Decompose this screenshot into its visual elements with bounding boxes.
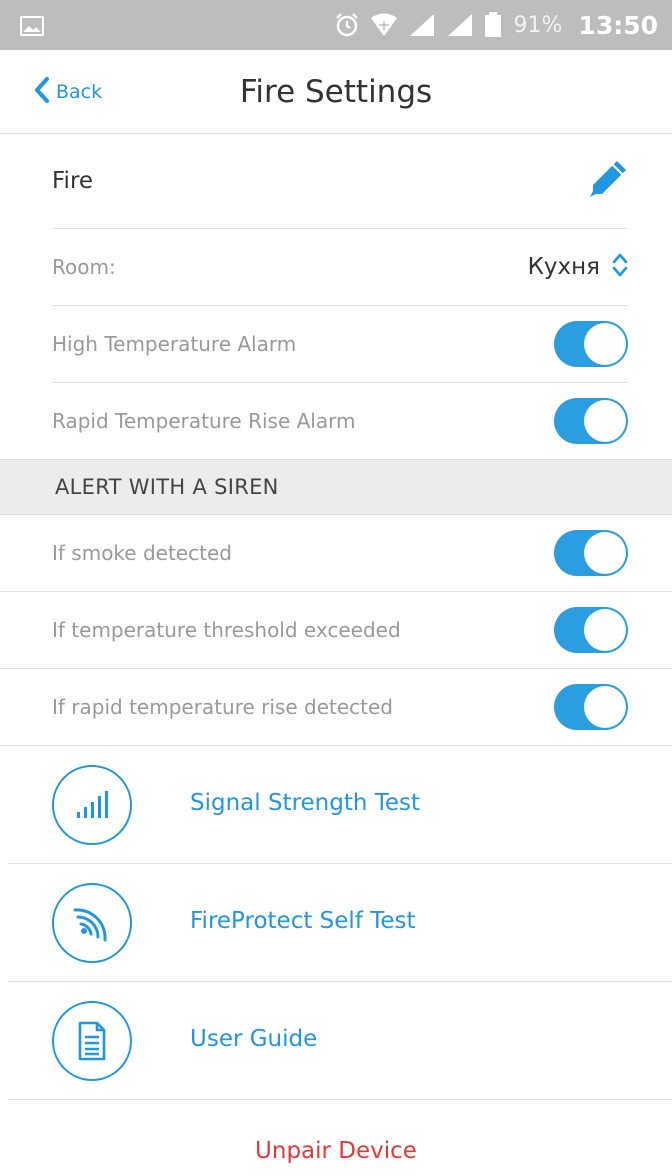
high-temperature-alarm-toggle[interactable]: [554, 321, 628, 367]
radio-waves-icon: [52, 883, 132, 963]
signal-strength-test-label: Signal Strength Test: [190, 790, 421, 816]
status-time: 13:50: [578, 10, 658, 40]
battery-icon: [484, 12, 502, 38]
back-button[interactable]: Back: [34, 50, 102, 134]
alarm-clock-icon: [334, 12, 360, 38]
rapid-temperature-rise-alarm-row: Rapid Temperature Rise Alarm: [52, 383, 628, 459]
smoke-detected-row: If smoke detected: [0, 515, 672, 592]
signal-strength-test-button[interactable]: Signal Strength Test: [8, 746, 672, 864]
wifi-icon: [370, 12, 398, 38]
rapid-temperature-rise-alarm-toggle[interactable]: [554, 398, 628, 444]
rapid-temperature-rise-alarm-label: Rapid Temperature Rise Alarm: [52, 409, 356, 433]
rapid-rise-detected-label: If rapid temperature rise detected: [52, 695, 393, 719]
temperature-threshold-label: If temperature threshold exceeded: [52, 618, 401, 642]
edit-pencil-icon[interactable]: [588, 159, 628, 203]
smoke-detected-toggle[interactable]: [554, 530, 628, 576]
smoke-detected-label: If smoke detected: [52, 541, 232, 565]
chevron-left-icon: [34, 77, 50, 107]
high-temperature-alarm-label: High Temperature Alarm: [52, 332, 297, 356]
room-label: Room:: [52, 255, 116, 279]
siren-section-header: ALERT WITH A SIREN: [0, 459, 672, 515]
status-bar: 91% 13:50: [0, 0, 672, 50]
section-title: ALERT WITH A SIREN: [55, 475, 279, 499]
battery-percentage: 91%: [513, 12, 563, 38]
fireprotect-self-test-label: FireProtect Self Test: [190, 908, 416, 934]
image-icon: [20, 16, 44, 36]
user-guide-button[interactable]: User Guide: [8, 982, 672, 1100]
rapid-rise-detected-row: If rapid temperature rise detected: [0, 669, 672, 746]
high-temperature-alarm-row: High Temperature Alarm: [52, 306, 628, 383]
signal-icon: [446, 12, 474, 38]
unpair-device-button[interactable]: Unpair Device: [0, 1138, 672, 1164]
navigation-bar: Back Fire Settings: [0, 50, 672, 134]
signal-bars-icon: [52, 765, 132, 845]
room-selector-value[interactable]: Кухня: [528, 254, 600, 280]
chevron-up-down-icon[interactable]: [612, 251, 628, 283]
fireprotect-self-test-button[interactable]: FireProtect Self Test: [8, 864, 672, 982]
user-guide-label: User Guide: [190, 1026, 318, 1052]
temperature-threshold-toggle[interactable]: [554, 607, 628, 653]
device-name: Fire: [52, 168, 94, 194]
device-name-row: Fire: [52, 134, 628, 229]
rapid-rise-detected-toggle[interactable]: [554, 684, 628, 730]
room-row[interactable]: Room: Кухня: [52, 229, 628, 306]
temperature-threshold-row: If temperature threshold exceeded: [0, 592, 672, 669]
document-icon: [52, 1001, 132, 1081]
signal-icon: [408, 12, 436, 38]
back-label: Back: [56, 81, 103, 103]
